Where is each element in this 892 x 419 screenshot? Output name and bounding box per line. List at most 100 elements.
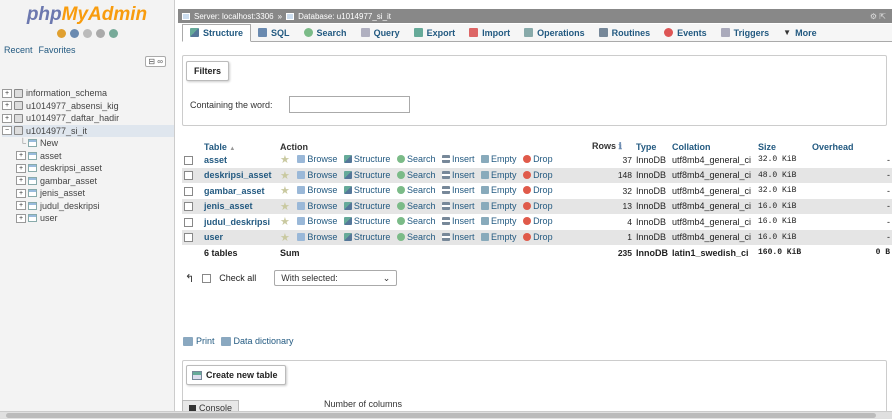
- size-cell[interactable]: 32.0 KiB: [756, 183, 810, 199]
- size-cell[interactable]: 16.0 KiB: [756, 214, 810, 230]
- expand-icon[interactable]: +: [2, 88, 12, 98]
- size-cell[interactable]: 32.0 KiB: [756, 152, 810, 168]
- search-action[interactable]: Search: [396, 232, 435, 242]
- browse-action[interactable]: Browse: [297, 185, 337, 195]
- col-header-size[interactable]: Size: [756, 141, 810, 152]
- page-settings-icon[interactable]: ⚙ ⇱: [870, 12, 892, 21]
- breadcrumb-server[interactable]: Server: localhost:3306: [194, 12, 274, 21]
- tab-events[interactable]: Events: [657, 24, 714, 42]
- tab-import[interactable]: Import: [462, 24, 517, 42]
- drop-action[interactable]: Drop: [523, 232, 553, 242]
- table-name-link[interactable]: judul_deskripsi: [204, 217, 270, 227]
- empty-action[interactable]: Empty: [481, 170, 517, 180]
- nav-table-item[interactable]: + asset: [2, 150, 174, 163]
- table-name[interactable]: asset: [40, 151, 62, 161]
- table-name[interactable]: user: [40, 213, 58, 223]
- nav-table-item[interactable]: + gambar_asset: [2, 175, 174, 188]
- db-name[interactable]: u1014977_absensi_kig: [26, 101, 119, 111]
- empty-action[interactable]: Empty: [481, 185, 517, 195]
- filter-input[interactable]: [289, 96, 410, 113]
- table-name[interactable]: judul_deskripsi: [40, 201, 100, 211]
- search-action[interactable]: Search: [396, 154, 435, 164]
- nav-table-item[interactable]: + deskripsi_asset: [2, 162, 174, 175]
- browse-action[interactable]: Browse: [297, 216, 337, 226]
- db-name[interactable]: information_schema: [26, 88, 107, 98]
- tab-triggers[interactable]: Triggers: [714, 24, 777, 42]
- structure-action[interactable]: Structure: [343, 185, 390, 195]
- data-dictionary-link[interactable]: Data dictionary: [234, 336, 294, 346]
- tab-routines[interactable]: Routines: [592, 24, 658, 42]
- settings-icon[interactable]: [95, 28, 105, 38]
- empty-action[interactable]: Empty: [481, 216, 517, 226]
- drop-action[interactable]: Drop: [523, 201, 553, 211]
- tab-sql[interactable]: SQL: [251, 24, 297, 42]
- db-item-absensi-kig[interactable]: + u1014977_absensi_kig: [2, 100, 174, 113]
- table-name[interactable]: deskripsi_asset: [40, 163, 102, 173]
- new-label[interactable]: New: [40, 138, 58, 148]
- reload-icon[interactable]: [108, 28, 118, 38]
- nav-table-item[interactable]: + judul_deskripsi: [2, 200, 174, 213]
- db-item-si-it[interactable]: − u1014977_si_it: [2, 124, 174, 137]
- browse-action[interactable]: Browse: [297, 154, 337, 164]
- empty-action[interactable]: Empty: [481, 232, 517, 242]
- table-name-link[interactable]: deskripsi_asset: [204, 170, 272, 180]
- tab-query[interactable]: Query: [354, 24, 407, 42]
- drop-action[interactable]: Drop: [523, 185, 553, 195]
- expand-icon[interactable]: +: [16, 176, 26, 186]
- col-header-collation[interactable]: Collation: [670, 141, 756, 152]
- row-checkbox[interactable]: [184, 217, 193, 227]
- search-action[interactable]: Search: [396, 201, 435, 211]
- search-action[interactable]: Search: [396, 170, 435, 180]
- favorite-star-icon[interactable]: ★: [280, 154, 290, 166]
- size-cell[interactable]: 16.0 KiB: [756, 199, 810, 215]
- new-table-item[interactable]: └ New: [2, 137, 174, 150]
- insert-action[interactable]: Insert: [442, 201, 475, 211]
- col-header-table[interactable]: Table ▲: [202, 141, 278, 152]
- check-all-checkbox[interactable]: [202, 273, 212, 283]
- horizontal-scrollbar[interactable]: [0, 411, 892, 419]
- db-item-daftar-hadir[interactable]: + u1014977_daftar_hadir: [2, 112, 174, 125]
- db-name[interactable]: u1014977_daftar_hadir: [26, 113, 119, 123]
- structure-action[interactable]: Structure: [343, 201, 390, 211]
- size-cell[interactable]: 48.0 KiB: [756, 168, 810, 184]
- insert-action[interactable]: Insert: [442, 170, 475, 180]
- empty-action[interactable]: Empty: [481, 154, 517, 164]
- structure-action[interactable]: Structure: [343, 170, 390, 180]
- expand-icon[interactable]: +: [16, 151, 26, 161]
- favorite-star-icon[interactable]: ★: [280, 232, 290, 244]
- db-item-information-schema[interactable]: + information_schema: [2, 87, 174, 100]
- tab-structure[interactable]: Structure: [182, 23, 252, 42]
- insert-action[interactable]: Insert: [442, 232, 475, 242]
- browse-action[interactable]: Browse: [297, 201, 337, 211]
- row-checkbox[interactable]: [184, 186, 193, 196]
- drop-action[interactable]: Drop: [523, 170, 553, 180]
- col-header-rows[interactable]: Rows ℹ: [590, 141, 634, 152]
- table-name-link[interactable]: gambar_asset: [204, 186, 265, 196]
- print-link[interactable]: Print: [196, 336, 215, 346]
- expand-icon[interactable]: +: [16, 188, 26, 198]
- browse-action[interactable]: Browse: [297, 232, 337, 242]
- table-name-link[interactable]: jenis_asset: [204, 201, 253, 211]
- phpmyadmin-logo[interactable]: phpMyAdmin: [0, 0, 174, 26]
- expand-icon[interactable]: +: [2, 101, 12, 111]
- structure-action[interactable]: Structure: [343, 216, 390, 226]
- insert-action[interactable]: Insert: [442, 216, 475, 226]
- table-name[interactable]: jenis_asset: [40, 188, 85, 198]
- row-checkbox[interactable]: [184, 155, 193, 165]
- favorite-star-icon[interactable]: ★: [280, 170, 290, 182]
- docs-icon[interactable]: [82, 28, 92, 38]
- exit-icon[interactable]: [69, 28, 79, 38]
- size-cell[interactable]: 16.0 KiB: [756, 230, 810, 246]
- row-checkbox[interactable]: [184, 233, 193, 243]
- collapse-all-button[interactable]: ⊟ ∞: [145, 56, 166, 67]
- search-action[interactable]: Search: [396, 216, 435, 226]
- favorite-star-icon[interactable]: ★: [280, 216, 290, 228]
- nav-table-item[interactable]: + user: [2, 212, 174, 225]
- favorites-link[interactable]: Favorites: [39, 45, 76, 58]
- breadcrumb-database[interactable]: Database: u1014977_si_it: [298, 12, 391, 21]
- tab-search[interactable]: Search: [297, 24, 354, 42]
- favorite-star-icon[interactable]: ★: [280, 201, 290, 213]
- home-icon[interactable]: [56, 28, 66, 38]
- table-name[interactable]: gambar_asset: [40, 176, 97, 186]
- drop-action[interactable]: Drop: [523, 216, 553, 226]
